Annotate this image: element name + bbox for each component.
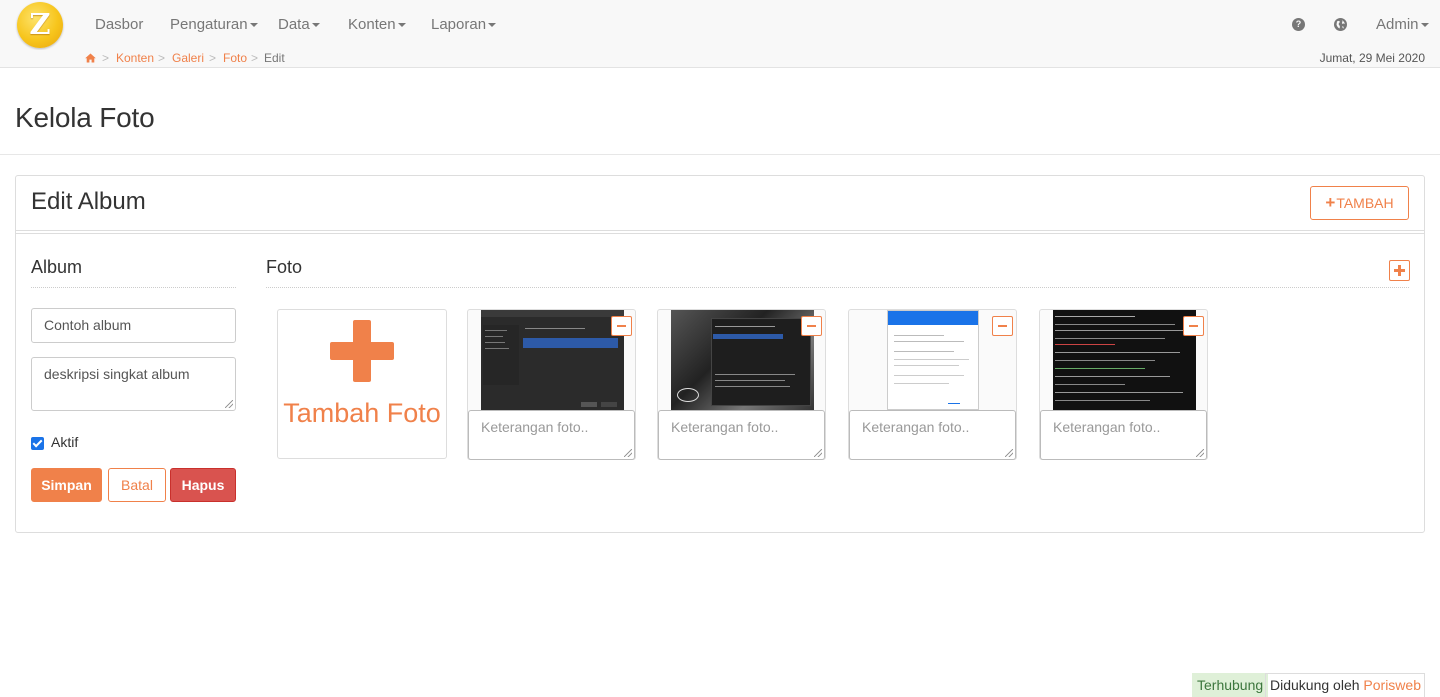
divider — [16, 230, 1424, 234]
current-date: Jumat, 29 Mei 2020 — [1319, 51, 1425, 65]
breadcrumb-foto[interactable]: Foto — [223, 50, 247, 67]
nav-label: Konten — [348, 16, 396, 33]
caret-down-icon — [1420, 23, 1429, 28]
add-button[interactable]: +TAMBAH — [1310, 186, 1409, 220]
photo-section-title: Foto — [266, 257, 303, 277]
photo-thumbnail[interactable] — [1053, 310, 1196, 410]
caret-down-icon — [488, 23, 497, 28]
caret-down-icon — [311, 23, 320, 28]
powered-by-text: Didukung oleh — [1270, 677, 1360, 693]
photo-caption-input[interactable]: Keterangan foto.. — [849, 410, 1016, 460]
home-icon[interactable] — [85, 53, 96, 63]
photo-caption-input[interactable]: Keterangan foto.. — [468, 410, 635, 460]
photo-thumbnail[interactable] — [887, 310, 979, 410]
breadcrumb-separator: > — [209, 51, 217, 65]
nav-label: Dasbor — [95, 16, 144, 33]
breadcrumb-separator: > — [102, 51, 110, 65]
add-photo-card[interactable]: Tambah Foto — [277, 309, 447, 459]
photo-thumbnail[interactable] — [671, 310, 814, 410]
photo-card: Keterangan foto.. — [657, 309, 826, 460]
page-title: Kelola Foto — [15, 102, 155, 133]
album-section-title: Album — [31, 257, 83, 277]
save-button[interactable]: Simpan — [31, 468, 102, 502]
logo-letter: Z — [29, 7, 51, 41]
plus-icon: + — [1325, 193, 1336, 212]
add-photo-label: Tambah Foto — [283, 398, 441, 428]
powered-by: Didukung oleh Porisweb — [1265, 673, 1425, 697]
nav-item-data[interactable]: Data — [278, 0, 320, 50]
user-name: Admin — [1376, 16, 1419, 33]
album-description-textarea[interactable]: deskripsi singkat album — [31, 357, 236, 411]
photo-thumbnail[interactable] — [481, 310, 624, 410]
breadcrumb-separator: > — [158, 51, 166, 65]
nav-item-laporan[interactable]: Laporan — [431, 0, 497, 50]
add-photo-small-button[interactable] — [1389, 260, 1410, 281]
photo-card: Keterangan foto.. — [848, 309, 1017, 460]
resize-grip-icon[interactable] — [1196, 449, 1204, 457]
user-menu[interactable]: Admin — [1376, 0, 1429, 50]
remove-photo-button[interactable] — [1183, 316, 1204, 336]
nav-item-konten[interactable]: Konten — [348, 0, 406, 50]
resize-grip-icon[interactable] — [814, 449, 822, 457]
photo-card: Keterangan foto.. — [1039, 309, 1208, 460]
question-circle-icon[interactable]: ? — [1292, 18, 1305, 31]
top-navbar: Z Dasbor Pengaturan Data Konten Laporan … — [0, 0, 1440, 50]
photo-caption-input[interactable]: Keterangan foto.. — [658, 410, 825, 460]
breadcrumb: > Konten > Galeri > Foto > Edit Jumat, 2… — [0, 50, 1440, 68]
nav-label: Pengaturan — [170, 16, 248, 33]
breadcrumb-current: Edit — [264, 51, 285, 65]
album-name-input[interactable]: Contoh album — [31, 308, 236, 343]
resize-grip-icon[interactable] — [1005, 449, 1013, 457]
divider — [31, 287, 236, 288]
globe-icon[interactable] — [1334, 18, 1347, 31]
photo-card: Keterangan foto.. — [467, 309, 636, 460]
delete-button[interactable]: Hapus — [170, 468, 236, 502]
nav-label: Data — [278, 16, 310, 33]
connection-status: Terhubung — [1192, 673, 1269, 697]
active-checkbox[interactable] — [31, 437, 44, 450]
remove-photo-button[interactable] — [611, 316, 632, 336]
nav-item-dasbor[interactable]: Dasbor — [95, 0, 143, 50]
caret-down-icon — [249, 23, 258, 28]
nav-label: Laporan — [431, 16, 487, 33]
add-button-label: TAMBAH — [1336, 195, 1394, 211]
nav-item-pengaturan[interactable]: Pengaturan — [170, 0, 258, 50]
active-label: Aktif — [51, 434, 79, 450]
caret-down-icon — [397, 23, 406, 28]
photo-caption-input[interactable]: Keterangan foto.. — [1040, 410, 1207, 460]
breadcrumb-galeri[interactable]: Galeri — [172, 50, 204, 67]
remove-photo-button[interactable] — [801, 316, 822, 336]
resize-grip-icon[interactable] — [624, 449, 632, 457]
album-description-text: deskripsi singkat album — [44, 366, 190, 382]
panel-title: Edit Album — [31, 188, 146, 215]
divider — [266, 287, 1409, 288]
remove-photo-button[interactable] — [992, 316, 1013, 336]
app-logo[interactable]: Z — [17, 2, 63, 48]
powered-by-link[interactable]: Porisweb — [1363, 677, 1421, 693]
edit-album-panel: Edit Album +TAMBAH Album Contoh album de… — [15, 175, 1425, 533]
divider — [0, 154, 1440, 155]
plus-icon-vertical — [353, 320, 371, 382]
resize-grip-icon[interactable] — [225, 400, 233, 408]
breadcrumb-konten[interactable]: Konten — [116, 50, 154, 67]
breadcrumb-separator: > — [251, 51, 259, 65]
cancel-button[interactable]: Batal — [108, 468, 166, 502]
